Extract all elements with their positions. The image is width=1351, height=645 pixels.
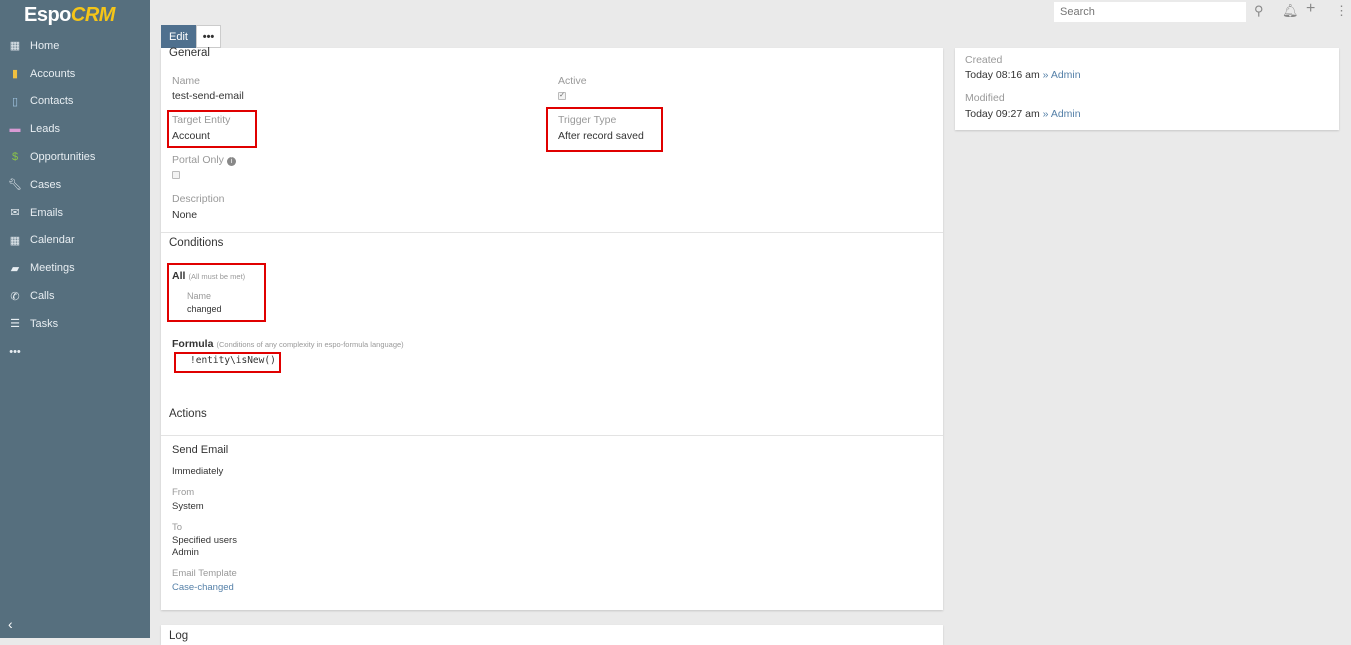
search-input[interactable] xyxy=(1054,2,1246,22)
sidebar-item-opportunities[interactable]: $ Opportunities xyxy=(0,143,150,171)
tasks-icon: ☰ xyxy=(10,318,20,331)
general-title: General xyxy=(169,47,210,59)
conditions-title: Conditions xyxy=(169,237,224,249)
logo[interactable]: EspoCRM xyxy=(24,4,115,27)
sidebar-item-label: Leads xyxy=(30,123,60,136)
divider xyxy=(161,435,943,436)
id-badge-icon: ▯ xyxy=(11,95,19,108)
sidebar-item-label: Tasks xyxy=(30,317,59,330)
formula-code: !entity\isNew() xyxy=(190,355,276,366)
wrench-icon: 🔧︎ xyxy=(8,179,22,192)
from-value: System xyxy=(172,501,204,512)
sidebar-item-label: Calls xyxy=(30,290,55,303)
dollar-icon: $ xyxy=(11,151,19,164)
sidebar-item-calls[interactable]: ✆ Calls xyxy=(0,282,150,310)
plus-icon[interactable]: + xyxy=(1306,0,1315,18)
sidebar-item-label: Contacts xyxy=(30,95,74,108)
formula-header: Formula (Conditions of any complexity in… xyxy=(172,338,404,350)
sidebar-item-tasks[interactable]: ☰ Tasks xyxy=(0,310,150,338)
active-label: Active xyxy=(558,75,587,87)
created-value: Today 08:16 am xyxy=(965,69,1040,81)
calendar-icon: ▦ xyxy=(9,234,21,247)
search-icon[interactable]: ⚲ xyxy=(1254,3,1264,19)
trigger-type-value: After record saved xyxy=(558,130,644,142)
portal-only-label: Portal Only i xyxy=(172,154,236,166)
portal-only-checkbox xyxy=(172,171,180,179)
description-label: Description xyxy=(172,193,225,205)
sidebar-item-meetings[interactable]: ▰ Meetings xyxy=(0,254,150,282)
sidebar-item-label: Calendar xyxy=(30,234,75,247)
edit-button[interactable]: Edit xyxy=(161,25,196,48)
condition-operator: changed xyxy=(187,304,222,314)
all-group-header: All (All must be met) xyxy=(172,270,246,282)
building-icon: ▮ xyxy=(11,68,19,81)
grid-icon: ▦ xyxy=(9,40,21,53)
condition-field: Name xyxy=(187,291,212,301)
description-value: None xyxy=(172,209,198,221)
briefcase-icon: ▰ xyxy=(10,262,20,275)
sidebar-item-label: Emails xyxy=(30,206,64,219)
sidebar-item-label: Home xyxy=(30,39,60,52)
sidebar: EspoCRM ▦ Home ▮ Accounts ▯ Contacts ▬ Leads $ Op… xyxy=(0,0,150,638)
modified-by-link[interactable]: » Admin xyxy=(1043,108,1081,120)
info-icon[interactable]: i xyxy=(226,157,236,166)
sidebar-item-home[interactable]: ▦ Home xyxy=(0,32,150,60)
action-execution-time: Immediately xyxy=(172,466,224,477)
nav-menu: ▦ Home ▮ Accounts ▯ Contacts ▬ Leads $ Opportunit… xyxy=(0,32,150,338)
sidebar-item-leads[interactable]: ▬ Leads xyxy=(0,115,150,143)
sidebar-item-cases[interactable]: 🔧︎ Cases xyxy=(0,171,150,199)
trigger-type-label: Trigger Type xyxy=(558,114,617,126)
created-by-link[interactable]: » Admin xyxy=(1043,69,1081,81)
to-label: To xyxy=(172,522,183,533)
sidebar-item-label: Opportunities xyxy=(30,151,96,164)
actions-title: Actions xyxy=(169,408,207,420)
active-checkbox: ✓ xyxy=(558,92,566,100)
target-entity-label: Target Entity xyxy=(172,114,231,126)
id-card-icon: ▬ xyxy=(9,123,21,136)
to-value: Specified users xyxy=(172,535,237,546)
name-value: test-send-email xyxy=(172,90,244,102)
collapse-sidebar-icon[interactable]: ‹ xyxy=(8,616,13,632)
phone-icon: ✆ xyxy=(10,290,20,303)
sidebar-item-label: Meetings xyxy=(30,262,75,275)
menu-icon[interactable]: ⋮ xyxy=(1335,3,1348,19)
more-icon: ••• xyxy=(9,345,21,358)
divider xyxy=(161,232,943,233)
from-label: From xyxy=(172,487,195,498)
log-title: Log xyxy=(169,630,189,642)
bell-icon[interactable]: 🔔︎ xyxy=(1282,3,1299,19)
sidebar-item-emails[interactable]: ✉ Emails xyxy=(0,199,150,227)
more-actions-button[interactable]: ••• xyxy=(196,25,221,48)
to-user: Admin xyxy=(172,547,199,558)
sidebar-item-calendar[interactable]: ▦ Calendar xyxy=(0,227,150,255)
sidebar-item-label: Cases xyxy=(30,178,62,191)
sidebar-item-accounts[interactable]: ▮ Accounts xyxy=(0,60,150,88)
target-entity-value: Account xyxy=(172,130,210,142)
log-panel xyxy=(161,625,943,645)
email-template-link[interactable]: Case-changed xyxy=(172,582,234,593)
sidebar-item-contacts[interactable]: ▯ Contacts xyxy=(0,88,150,116)
modified-value: Today 09:27 am xyxy=(965,108,1040,120)
email-template-label: Email Template xyxy=(172,568,237,579)
envelope-icon: ✉ xyxy=(10,207,20,220)
sidebar-item-label: Accounts xyxy=(30,67,76,80)
name-label: Name xyxy=(172,75,201,87)
more-tabs-button[interactable]: ••• xyxy=(0,338,150,366)
created-label: Created xyxy=(965,54,1003,66)
action-type: Send Email xyxy=(172,444,229,456)
modified-label: Modified xyxy=(965,92,1005,104)
